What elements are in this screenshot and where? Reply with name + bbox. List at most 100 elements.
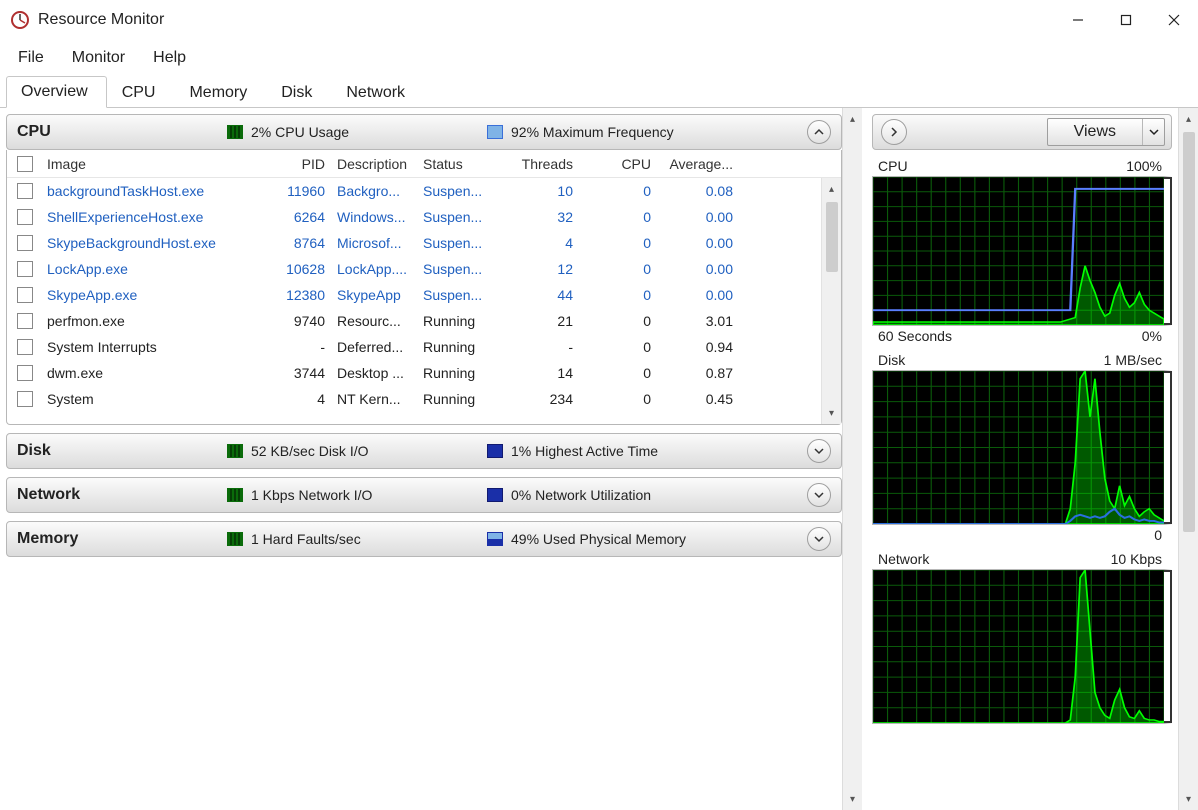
cell-average: 0.00 [657,261,739,277]
col-image[interactable]: Image [41,156,261,172]
cell-pid: 12380 [261,287,331,303]
tab-cpu[interactable]: CPU [107,77,175,108]
chart-cpu: CPU100%60 Seconds0% [872,158,1172,350]
cpu-freq-metric: 92% Maximum Frequency [487,124,807,140]
window-buttons [1054,0,1198,40]
menu-help[interactable]: Help [139,43,200,73]
cpu-collapse-button[interactable] [807,120,831,144]
cell-cpu: 0 [579,339,657,355]
views-label: Views [1048,123,1142,141]
scroll-up-icon[interactable]: ▴ [1179,108,1198,130]
minimize-button[interactable] [1054,0,1102,40]
right-pane-scrollbar[interactable]: ▴ ▾ [1178,108,1198,810]
cell-status: Suspen... [417,183,489,199]
tab-network[interactable]: Network [331,77,424,108]
left-pane-scrollbar[interactable]: ▴ ▾ [842,108,862,810]
col-average[interactable]: Average... [657,156,739,172]
scroll-down-icon[interactable]: ▾ [822,402,841,424]
close-button[interactable] [1150,0,1198,40]
row-checkbox[interactable] [17,313,33,329]
scroll-up-icon[interactable]: ▴ [822,178,841,200]
cell-threads: 14 [489,365,579,381]
col-threads[interactable]: Threads [489,156,579,172]
menu-monitor[interactable]: Monitor [58,43,139,73]
scroll-down-icon[interactable]: ▾ [1179,788,1198,810]
chart-svg [873,371,1164,524]
network-io-text: 1 Kbps Network I/O [251,487,372,503]
memory-panel-header[interactable]: Memory 1 Hard Faults/sec 49% Used Physic… [6,521,842,557]
row-checkbox[interactable] [17,261,33,277]
cell-threads: 10 [489,183,579,199]
content-area: CPU 2% CPU Usage 92% Maximum Frequency [0,108,1198,810]
row-checkbox[interactable] [17,209,33,225]
menu-file[interactable]: File [4,43,58,73]
cell-image: SkypeApp.exe [41,287,261,303]
cell-threads: 12 [489,261,579,277]
cpu-panel-header[interactable]: CPU 2% CPU Usage 92% Maximum Frequency [6,114,842,150]
table-row[interactable]: System Interrupts-Deferred...Running-00.… [7,334,821,360]
cell-status: Suspen... [417,261,489,277]
maximize-button[interactable] [1102,0,1150,40]
row-checkbox[interactable] [17,183,33,199]
memory-expand-button[interactable] [807,527,831,551]
table-row[interactable]: perfmon.exe9740Resourc...Running2103.01 [7,308,821,334]
row-checkbox[interactable] [17,339,33,355]
dropdown-arrow-icon [1142,119,1164,145]
cell-status: Suspen... [417,235,489,251]
scroll-thumb[interactable] [826,202,838,272]
table-row[interactable]: System4NT Kern...Running23400.45 [7,386,821,412]
table-row[interactable]: SkypeBackgroundHost.exe8764Microsof...Su… [7,230,821,256]
tab-disk[interactable]: Disk [266,77,331,108]
chevron-right-icon [889,127,899,137]
disk-panel-header[interactable]: Disk 52 KB/sec Disk I/O 1% Highest Activ… [6,433,842,469]
scroll-thumb[interactable] [1183,132,1195,532]
cpu-freq-icon [487,125,503,139]
table-row[interactable]: LockApp.exe10628LockApp....Suspen...1200… [7,256,821,282]
views-bar: Views [872,114,1172,150]
network-util-text: 0% Network Utilization [511,487,651,503]
row-checkbox[interactable] [17,391,33,407]
chart-title: CPU [878,158,908,174]
cell-image: SkypeBackgroundHost.exe [41,235,261,251]
row-checkbox[interactable] [17,235,33,251]
scroll-down-icon[interactable]: ▾ [843,788,862,810]
cell-average: 0.00 [657,235,739,251]
chart-scale: 1 MB/sec [1104,352,1162,368]
chevron-down-icon [813,533,825,545]
cpu-table-scrollbar[interactable]: ▴ ▾ [821,178,841,424]
tab-overview[interactable]: Overview [6,76,107,108]
table-row[interactable]: backgroundTaskHost.exe11960Backgro...Sus… [7,178,821,204]
header-checkbox[interactable] [17,156,33,172]
views-dropdown[interactable]: Views [1047,118,1165,146]
disk-active-text: 1% Highest Active Time [511,443,658,459]
disk-expand-button[interactable] [807,439,831,463]
views-prev-button[interactable] [881,119,907,145]
table-row[interactable]: dwm.exe3744Desktop ...Running1400.87 [7,360,821,386]
cell-average: 0.00 [657,287,739,303]
col-description[interactable]: Description [331,156,417,172]
table-row[interactable]: ShellExperienceHost.exe6264Windows...Sus… [7,204,821,230]
col-cpu[interactable]: CPU [579,156,657,172]
col-status[interactable]: Status [417,156,489,172]
cell-description: Windows... [331,209,417,225]
cell-description: Backgro... [331,183,417,199]
scroll-up-icon[interactable]: ▴ [843,108,862,130]
cell-description: Desktop ... [331,365,417,381]
cell-status: Suspen... [417,287,489,303]
col-pid[interactable]: PID [261,156,331,172]
table-row[interactable]: SkypeApp.exe12380SkypeAppSuspen...4400.0… [7,282,821,308]
cell-status: Running [417,339,489,355]
chart-scale: 100% [1126,158,1162,174]
cpu-usage-text: 2% CPU Usage [251,124,349,140]
cell-pid: 10628 [261,261,331,277]
row-checkbox[interactable] [17,287,33,303]
tab-memory[interactable]: Memory [174,77,266,108]
app-icon [10,10,30,30]
chart-disk: Disk1 MB/sec0 [872,352,1172,549]
cell-threads: 21 [489,313,579,329]
row-checkbox[interactable] [17,365,33,381]
cell-cpu: 0 [579,209,657,225]
network-panel-header[interactable]: Network 1 Kbps Network I/O 0% Network Ut… [6,477,842,513]
network-expand-button[interactable] [807,483,831,507]
cell-average: 0.94 [657,339,739,355]
